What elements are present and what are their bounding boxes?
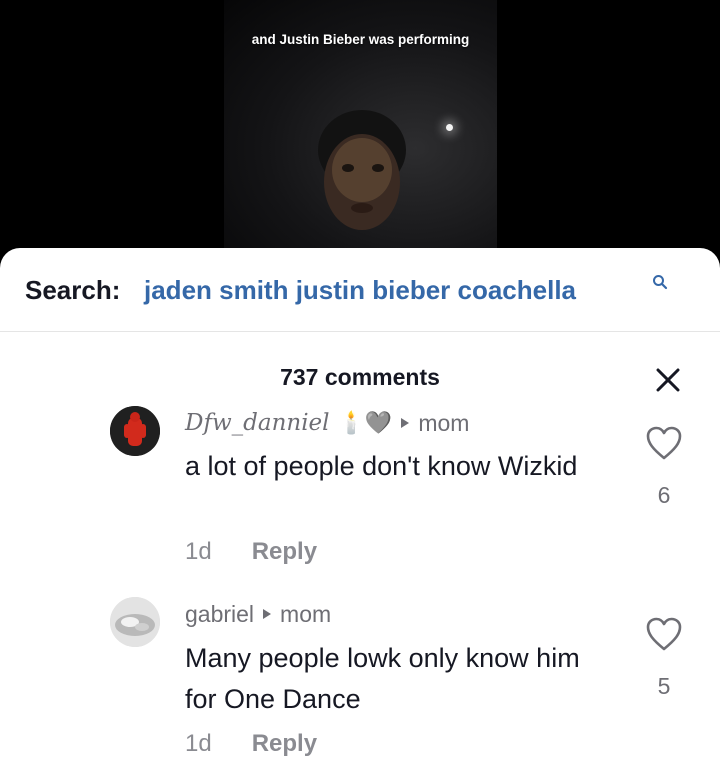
video-player[interactable]: and Justin Bieber was performing [0, 0, 720, 270]
video-caption: and Justin Bieber was performing [251, 32, 470, 47]
username-badges: 🕯️🩶 [337, 410, 393, 435]
reply-target[interactable]: mom [418, 410, 469, 437]
reply-target[interactable]: mom [280, 601, 331, 628]
heart-icon[interactable] [645, 616, 683, 652]
search-label: Search: [25, 275, 121, 305]
background-light [446, 124, 453, 131]
comment-header: Dfw_danniel 🕯️🩶 mom [185, 408, 469, 438]
search-suggestion-bar[interactable]: Search: jaden smith justin bieber coache… [0, 248, 720, 332]
comments-count: 737 comments [280, 364, 440, 390]
avatar[interactable] [110, 597, 160, 647]
heart-icon[interactable] [645, 425, 683, 461]
reply-button[interactable]: Reply [252, 538, 317, 566]
username[interactable]: gabriel [185, 601, 254, 628]
comment-meta: 1d Reply [185, 730, 317, 758]
comment-text: a lot of people don't know Wizkid [185, 451, 578, 481]
search-icon[interactable] [652, 274, 668, 290]
reply-button[interactable]: Reply [252, 730, 317, 758]
like-count: 6 [657, 482, 671, 508]
comment-age: 1d [185, 538, 212, 565]
reply-arrow-icon [263, 609, 272, 619]
comment-header: gabriel mom [185, 599, 331, 629]
comment-meta: 1d Reply [185, 538, 317, 566]
username[interactable]: Dfw_danniel [185, 410, 330, 436]
like-count: 5 [657, 673, 671, 699]
search-query-link[interactable]: jaden smith justin bieber coachella [144, 275, 576, 306]
close-icon[interactable] [654, 366, 682, 394]
comment-age: 1d [185, 730, 212, 757]
avatar[interactable] [110, 406, 160, 456]
reply-arrow-icon [401, 418, 410, 428]
person-silhouette [310, 110, 420, 270]
comment-text: Many people lowk only know him for One D… [185, 643, 580, 714]
